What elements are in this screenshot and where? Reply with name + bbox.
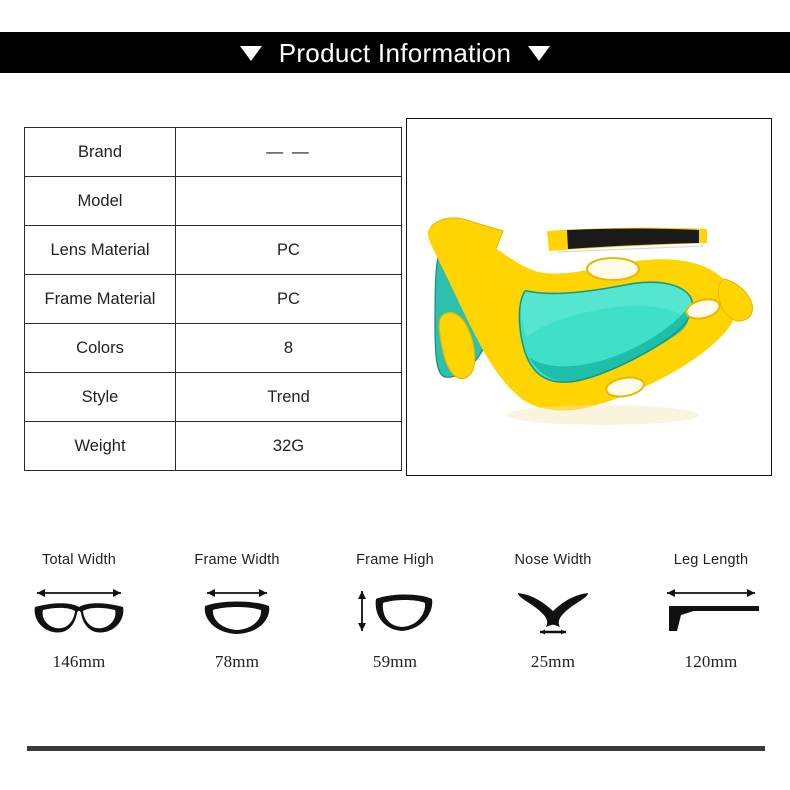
table-row: Colors 8 <box>24 323 402 373</box>
measurement-nose-width: Nose Width 25mm <box>474 552 632 672</box>
table-row: Style Trend <box>24 372 402 422</box>
page-header-bar: Product Information <box>0 32 790 73</box>
spec-label-model: Model <box>24 176 176 226</box>
brand-dash-value: — — <box>266 142 311 161</box>
measurement-leg-length: Leg Length 120mm <box>632 552 790 672</box>
triangle-down-left-icon <box>239 46 262 61</box>
measurement-value: 78mm <box>214 652 260 671</box>
measurement-total-width: Total Width 146mm <box>0 552 158 672</box>
measurements-row: Total Width 146mm Frame Width 78mm Frame… <box>0 552 790 672</box>
page-header-content: Product Information <box>239 37 551 68</box>
temple-arm-horizontal-arrow-icon <box>659 580 763 642</box>
nose-bridge-arrow-icon <box>512 580 594 642</box>
spec-label-brand: Brand <box>24 127 176 177</box>
table-row: Frame Material PC <box>24 274 402 324</box>
footer-divider <box>27 746 765 751</box>
measurement-value: 59mm <box>372 652 418 671</box>
spec-label-style: Style <box>24 372 176 422</box>
full-frame-horizontal-arrow-icon <box>27 580 131 642</box>
spec-label-weight: Weight <box>24 421 176 471</box>
spec-label-frame-material: Frame Material <box>24 274 176 324</box>
measurement-frame-width: Frame Width 78mm <box>158 552 316 672</box>
measurement-title: Leg Length <box>673 552 749 568</box>
measurement-frame-high: Frame High 59mm <box>316 552 474 672</box>
spec-value-colors: 8 <box>175 323 402 373</box>
spec-value-model <box>175 176 402 226</box>
spec-value-weight: 32G <box>175 421 402 471</box>
specification-table: Brand — — Model Lens Material PC Frame M… <box>24 127 402 471</box>
spec-value-brand: — — <box>175 127 402 177</box>
measurement-title: Frame Width <box>194 552 280 568</box>
single-lens-horizontal-arrow-icon <box>197 580 277 642</box>
table-row: Model <box>24 176 402 226</box>
spec-label-lens-material: Lens Material <box>24 225 176 275</box>
measurement-title: Total Width <box>42 552 116 568</box>
spec-value-lens-material: PC <box>175 225 402 275</box>
spec-value-frame-material: PC <box>175 274 402 324</box>
measurement-value: 120mm <box>684 652 738 671</box>
spec-value-style: Trend <box>175 372 402 422</box>
table-row: Lens Material PC <box>24 225 402 275</box>
sunglasses-product-image <box>407 119 769 473</box>
page-title: Product Information <box>278 37 512 68</box>
measurement-value: 25mm <box>530 652 576 671</box>
measurement-value: 146mm <box>52 652 106 671</box>
product-image-panel <box>406 118 772 476</box>
single-lens-vertical-arrow-icon <box>352 580 438 642</box>
table-row: Weight 32G <box>24 421 402 471</box>
measurement-title: Nose Width <box>514 552 592 568</box>
measurement-title: Frame High <box>356 552 434 568</box>
spec-label-colors: Colors <box>24 323 176 373</box>
triangle-down-right-icon <box>528 46 551 61</box>
table-row: Brand — — <box>24 127 402 177</box>
